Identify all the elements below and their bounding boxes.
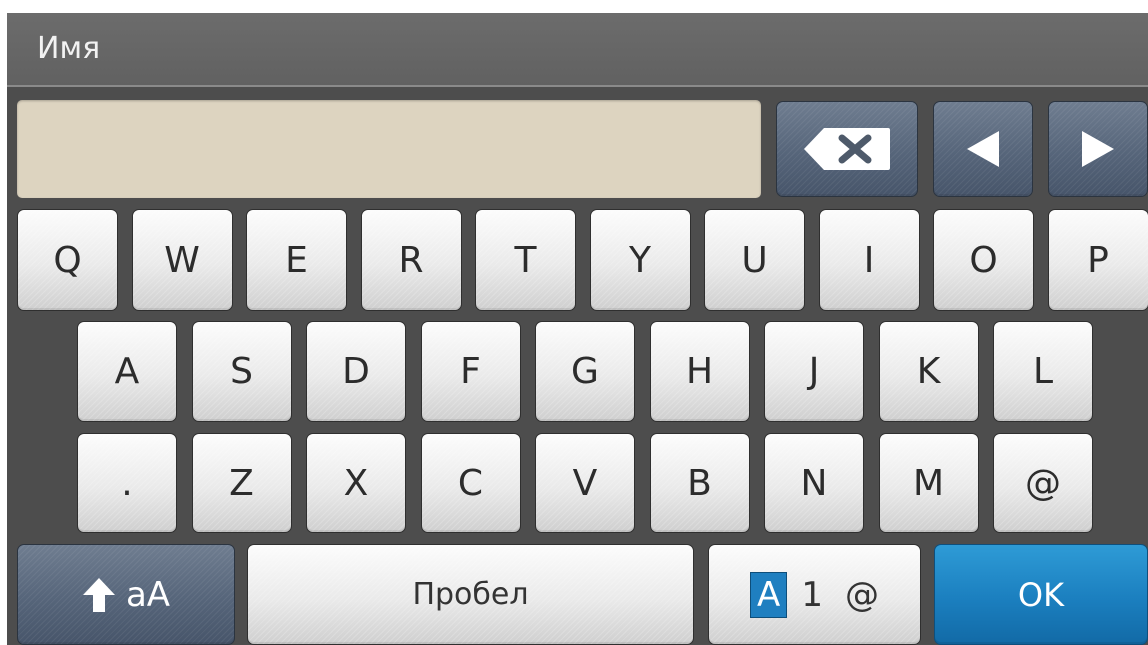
key-label: Y	[629, 239, 651, 281]
key-label: R	[398, 239, 424, 281]
key-n[interactable]: N	[764, 433, 864, 533]
arrow-right-icon	[1078, 129, 1118, 169]
shift-label: aA	[125, 574, 171, 615]
key-label: I	[863, 239, 875, 281]
keyboard-screen: Имя aA Пробел A 1 @ OK Q W E R T Y U I O…	[7, 13, 1148, 645]
key-u[interactable]: U	[704, 209, 805, 311]
title-bar: Имя	[7, 13, 1148, 87]
ok-button[interactable]: OK	[934, 544, 1148, 645]
mode-alpha-indicator: A	[750, 571, 788, 618]
key-label: W	[164, 239, 200, 281]
key-label: M	[912, 462, 945, 504]
key-label: O	[969, 239, 998, 281]
key-label: U	[741, 239, 768, 281]
key-d[interactable]: D	[306, 321, 406, 422]
key-label: H	[685, 351, 714, 392]
key-c[interactable]: C	[420, 433, 521, 533]
key-w[interactable]: W	[131, 209, 233, 311]
key-q[interactable]: Q	[17, 209, 118, 311]
key-label: Z	[229, 462, 254, 504]
key-o[interactable]: O	[933, 209, 1034, 311]
key-label: V	[572, 462, 598, 504]
key-r[interactable]: R	[360, 209, 462, 311]
key-x[interactable]: X	[306, 433, 406, 533]
key-k[interactable]: K	[878, 321, 979, 422]
key-s[interactable]: S	[191, 321, 292, 422]
key-p[interactable]: P	[1047, 209, 1148, 311]
key-label: Q	[53, 239, 82, 281]
arrow-left-icon	[963, 129, 1003, 169]
key-label: .	[121, 462, 133, 504]
key-label: J	[808, 351, 820, 392]
mode-symbol-label: @	[844, 574, 879, 615]
page-title: Имя	[37, 31, 101, 66]
key-label: S	[230, 351, 253, 392]
space-label: Пробел	[412, 577, 529, 612]
key-dot[interactable]: .	[77, 433, 177, 533]
backspace-icon	[802, 126, 892, 172]
key-m[interactable]: M	[878, 433, 979, 533]
key-label: A	[114, 351, 140, 392]
input-mode-button[interactable]: A 1 @	[708, 544, 921, 645]
cursor-left-button[interactable]	[933, 101, 1033, 197]
key-label: T	[514, 239, 537, 281]
key-j[interactable]: J	[764, 321, 864, 422]
cursor-right-button[interactable]	[1048, 101, 1148, 197]
key-b[interactable]: B	[649, 433, 750, 533]
key-g[interactable]: G	[535, 321, 635, 422]
key-y[interactable]: Y	[589, 209, 691, 311]
key-label: D	[342, 351, 370, 392]
key-label: N	[800, 462, 828, 504]
shift-case-button[interactable]: aA	[17, 544, 235, 645]
ok-label: OK	[1017, 575, 1065, 614]
key-at[interactable]: @	[993, 433, 1093, 533]
backspace-button[interactable]	[776, 101, 918, 197]
key-label: L	[1032, 351, 1054, 392]
key-label: P	[1087, 239, 1109, 281]
shift-up-arrow-icon	[82, 577, 116, 613]
text-input-field[interactable]	[17, 100, 761, 198]
key-v[interactable]: V	[535, 433, 635, 533]
mode-numeric-label: 1	[801, 574, 823, 615]
key-label: F	[460, 351, 481, 392]
key-e[interactable]: E	[246, 209, 347, 311]
key-label: K	[916, 351, 941, 392]
space-button[interactable]: Пробел	[247, 544, 694, 645]
key-label: G	[571, 351, 599, 392]
key-label: B	[687, 462, 712, 504]
key-a[interactable]: A	[77, 321, 177, 422]
key-h[interactable]: H	[649, 321, 750, 422]
key-f[interactable]: F	[420, 321, 521, 422]
key-l[interactable]: L	[993, 321, 1093, 422]
key-i[interactable]: I	[818, 209, 920, 311]
key-label: C	[457, 462, 484, 504]
key-label: X	[343, 462, 369, 504]
key-label: @	[1025, 462, 1061, 504]
key-z[interactable]: Z	[191, 433, 292, 533]
key-label: E	[285, 239, 308, 281]
key-t[interactable]: T	[475, 209, 576, 311]
